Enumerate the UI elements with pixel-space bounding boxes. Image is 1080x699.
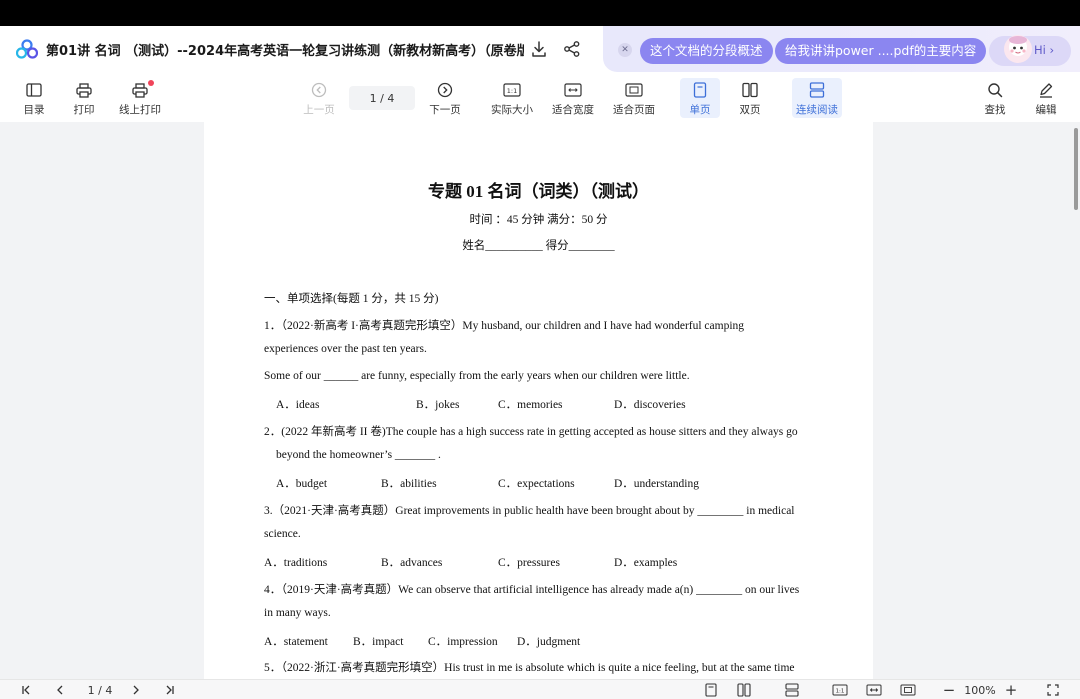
- question-text: 4．（2019·天津·高考真题）We can observe that arti…: [264, 584, 800, 596]
- search-icon: [986, 81, 1004, 99]
- answer-option: D．discoveries: [614, 399, 686, 411]
- print-button[interactable]: 打印: [70, 78, 98, 118]
- toc-button[interactable]: 目录: [20, 78, 48, 118]
- edit-button[interactable]: 编辑: [1034, 78, 1058, 118]
- answer-option: A．budget: [276, 478, 328, 490]
- document-heading: 专题 01 名词（词类）（测试）: [428, 182, 649, 201]
- question-text: Some of our ______ are funny, especially…: [264, 370, 690, 382]
- printer-icon: [75, 81, 93, 99]
- share-icon[interactable]: [561, 38, 583, 60]
- single-page-button[interactable]: 单页: [680, 78, 720, 118]
- exam-meta: 时间 ：45 分钟 满分：50 分: [469, 214, 608, 226]
- question-text: 2．(2022 年新高考 II 卷)The couple has a high …: [264, 426, 798, 438]
- actual-size-icon[interactable]: 1:1: [831, 682, 849, 698]
- ai-suggestion-summary[interactable]: 这个文档的分段概述: [640, 38, 773, 64]
- zoom-out-icon[interactable]: −: [941, 681, 957, 699]
- section-heading: 一、单项选择(每题 1 分，共 15 分): [264, 293, 439, 305]
- answer-option: B．jokes: [416, 399, 460, 411]
- question-text: 5．（2022·浙江·高考真题完形填空）His trust in me is a…: [264, 662, 795, 674]
- answer-option: C．pressures: [498, 557, 560, 569]
- answer-option: D．examples: [614, 557, 678, 569]
- continuous-read-button[interactable]: 连续阅读: [792, 78, 842, 118]
- document-viewer: 专题 01 名词（词类）（测试） 时间 ：45 分钟 满分：50 分 姓名___…: [0, 122, 1080, 679]
- fit-width-icon[interactable]: [865, 682, 883, 698]
- ai-assistant-panel: ✕ 这个文档的分段概述 给我讲讲power ....pdf的主要内容 Hi ›: [603, 26, 1080, 72]
- app-logo-icon: [16, 39, 38, 59]
- first-page-icon[interactable]: [18, 682, 34, 698]
- ai-suggestion-explain[interactable]: 给我讲讲power ....pdf的主要内容: [775, 38, 987, 64]
- download-icon[interactable]: [528, 38, 550, 60]
- question-text: in many ways.: [264, 607, 331, 619]
- question-text: science.: [264, 528, 301, 540]
- find-button[interactable]: 查找: [983, 78, 1007, 118]
- sidebar-icon: [25, 81, 43, 99]
- answer-option: C．expectations: [498, 478, 575, 490]
- document-title: 第01讲 名词 （测试）--2024年高考英语一轮复习讲练测（新教材新高考）（原…: [46, 44, 524, 59]
- answer-option: B．impact: [353, 636, 404, 648]
- system-top-bar: [0, 0, 1080, 26]
- answer-option: D．understanding: [614, 478, 699, 490]
- double-page-view-icon[interactable]: [735, 682, 753, 698]
- prev-page-button[interactable]: 上一页: [302, 78, 336, 118]
- continuous-read-icon: [808, 81, 826, 99]
- status-page-indicator[interactable]: 1 / 4: [80, 682, 120, 698]
- vertical-scrollbar[interactable]: [1074, 128, 1078, 210]
- fit-width-button[interactable]: 适合宽度: [550, 78, 596, 118]
- fit-page-button[interactable]: 适合页面: [611, 78, 657, 118]
- answer-option: A．ideas: [276, 399, 320, 411]
- answer-option: A．statement: [264, 636, 328, 648]
- last-page-icon[interactable]: [162, 682, 178, 698]
- toolbar: 目录 打印 线上打印 上一页 下一页 1:1 实际大小 适合宽度 适合页面 单页…: [0, 74, 1080, 122]
- svg-text:1:1: 1:1: [507, 87, 517, 95]
- fit-page-icon[interactable]: [899, 682, 917, 698]
- close-icon[interactable]: ✕: [618, 43, 632, 57]
- actual-size-icon: 1:1: [503, 81, 521, 99]
- single-page-icon: [691, 81, 709, 99]
- double-page-button[interactable]: 双页: [733, 78, 767, 118]
- answer-option: B．advances: [381, 557, 443, 569]
- answer-option: B．abilities: [381, 478, 437, 490]
- double-page-icon: [741, 81, 759, 99]
- next-page-icon[interactable]: [128, 682, 144, 698]
- arrow-left-circle-icon: [310, 81, 328, 99]
- fit-page-icon: [625, 81, 643, 99]
- zoom-level[interactable]: 100%: [962, 682, 998, 698]
- question-text: beyond the homeowner’s _______ .: [276, 449, 441, 461]
- next-page-button[interactable]: 下一页: [428, 78, 462, 118]
- answer-option: C．impression: [428, 636, 498, 648]
- answer-option: D．judgment: [517, 636, 581, 648]
- single-page-view-icon[interactable]: [702, 682, 720, 698]
- online-print-button[interactable]: 线上打印: [118, 78, 162, 118]
- page-number-input[interactable]: 1 / 4: [349, 86, 415, 110]
- answer-option: A．traditions: [264, 557, 328, 569]
- prev-page-icon[interactable]: [52, 682, 68, 698]
- zoom-in-icon[interactable]: +: [1003, 681, 1019, 699]
- question-text: experiences over the past ten years.: [264, 343, 427, 355]
- fit-width-icon: [564, 81, 582, 99]
- cloud-printer-icon: [131, 80, 154, 99]
- question-text: 3.（2021·天津·高考真题）Great improvements in pu…: [264, 505, 795, 517]
- fullscreen-icon[interactable]: [1044, 682, 1062, 698]
- question-text: 1．（2022·新高考 I·高考真题完形填空）My husband, our c…: [264, 320, 745, 332]
- answer-option: C．memories: [498, 399, 563, 411]
- pencil-icon: [1037, 81, 1055, 99]
- actual-size-button[interactable]: 1:1 实际大小: [489, 78, 535, 118]
- svg-text:1:1: 1:1: [836, 689, 845, 695]
- continuous-view-icon[interactable]: [783, 682, 801, 698]
- document-page: 专题 01 名词（词类）（测试） 时间 ：45 分钟 满分：50 分 姓名___…: [204, 122, 873, 679]
- name-score-line: 姓名__________ 得分________: [462, 240, 615, 252]
- arrow-right-circle-icon: [436, 81, 454, 99]
- notification-dot: [148, 80, 154, 86]
- status-bar: 1 / 4 1:1 − 100% +: [0, 679, 1080, 699]
- assistant-avatar-icon[interactable]: [999, 32, 1037, 68]
